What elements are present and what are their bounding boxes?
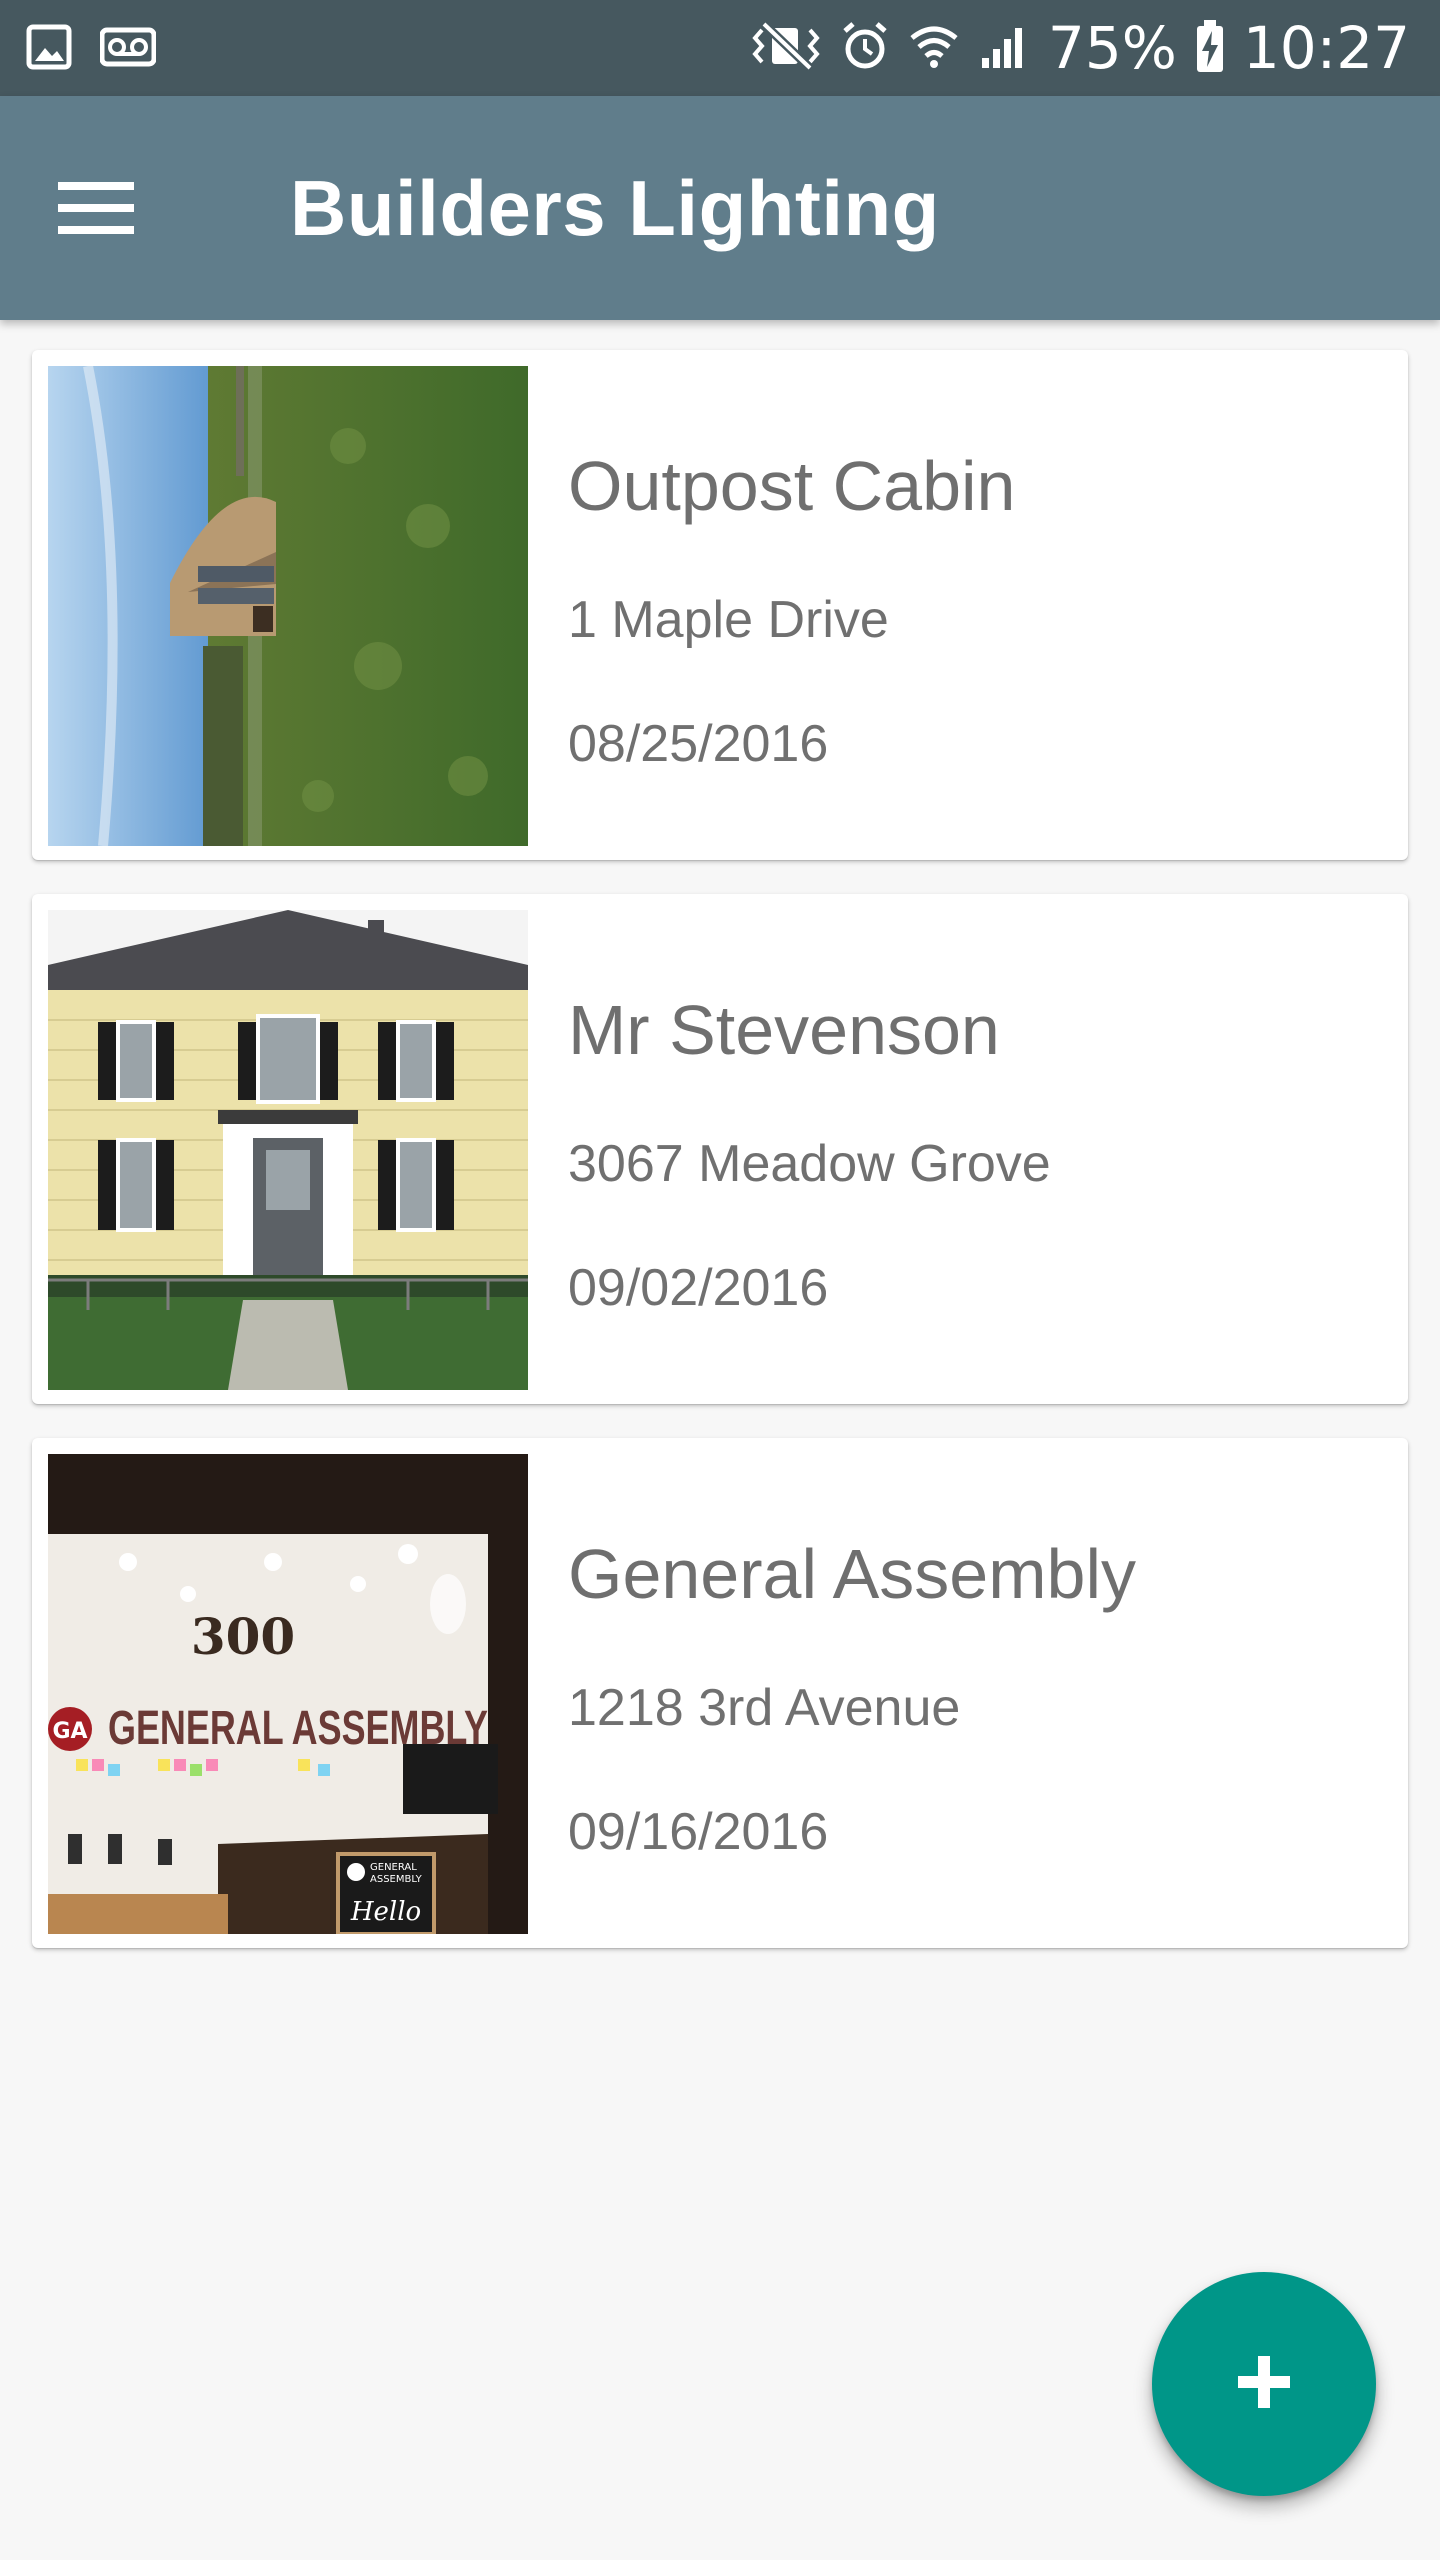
- office-lobby-photo: 300 GA GENERAL ASSEMBLY GENERAL ASSEMBLY…: [48, 1454, 528, 1934]
- project-title: Mr Stevenson: [568, 991, 1000, 1069]
- project-title: General Assembly: [568, 1535, 1137, 1613]
- chalkboard-line-2: ASSEMBLY: [370, 1874, 423, 1885]
- hamburger-menu-icon[interactable]: [40, 158, 150, 258]
- signal-icon: [978, 20, 1030, 77]
- status-notifications: [26, 24, 157, 75]
- ga-logo-text: GA: [52, 1719, 87, 1744]
- battery-percent: 75%: [1047, 14, 1177, 82]
- app-title: Builders Lighting: [290, 164, 940, 252]
- battery-charging-icon: [1195, 18, 1225, 79]
- cabin-field-photo: [48, 366, 528, 846]
- status-system: 75% 10:27: [750, 0, 1410, 96]
- menu-line: [58, 182, 134, 190]
- app-bar: Builders Lighting: [0, 96, 1440, 320]
- menu-line: [58, 204, 134, 212]
- project-date: 08/25/2016: [568, 715, 829, 773]
- alarm-icon: [840, 20, 890, 77]
- project-address: 3067 Meadow Grove: [568, 1135, 1051, 1193]
- project-address: 1218 3rd Avenue: [568, 1679, 961, 1737]
- yellow-house-photo: [48, 910, 528, 1390]
- chalkboard-hello-text: Hello: [350, 1897, 421, 1927]
- vibrate-icon: [750, 20, 822, 77]
- project-date: 09/02/2016: [568, 1259, 829, 1317]
- project-list: Outpost Cabin 1 Maple Drive 08/25/2016 M…: [32, 350, 1408, 1982]
- clock: 10:27: [1242, 14, 1410, 82]
- add-project-button[interactable]: [1152, 2272, 1376, 2496]
- project-address: 1 Maple Drive: [568, 591, 889, 649]
- project-card[interactable]: Mr Stevenson 3067 Meadow Grove 09/02/201…: [32, 894, 1408, 1404]
- project-date: 09/16/2016: [568, 1803, 829, 1861]
- menu-line: [58, 226, 134, 234]
- add-icon: [1234, 2352, 1294, 2417]
- voicemail-icon: [99, 24, 157, 75]
- wifi-icon: [908, 20, 960, 77]
- status-bar: 75% 10:27: [0, 0, 1440, 96]
- chalkboard-line-1: GENERAL: [370, 1862, 417, 1873]
- office-number-text: 300: [191, 1607, 295, 1666]
- project-card[interactable]: Outpost Cabin 1 Maple Drive 08/25/2016: [32, 350, 1408, 860]
- gallery-icon: [26, 24, 72, 75]
- project-card[interactable]: 300 GA GENERAL ASSEMBLY GENERAL ASSEMBLY…: [32, 1438, 1408, 1948]
- project-title: Outpost Cabin: [568, 447, 1016, 525]
